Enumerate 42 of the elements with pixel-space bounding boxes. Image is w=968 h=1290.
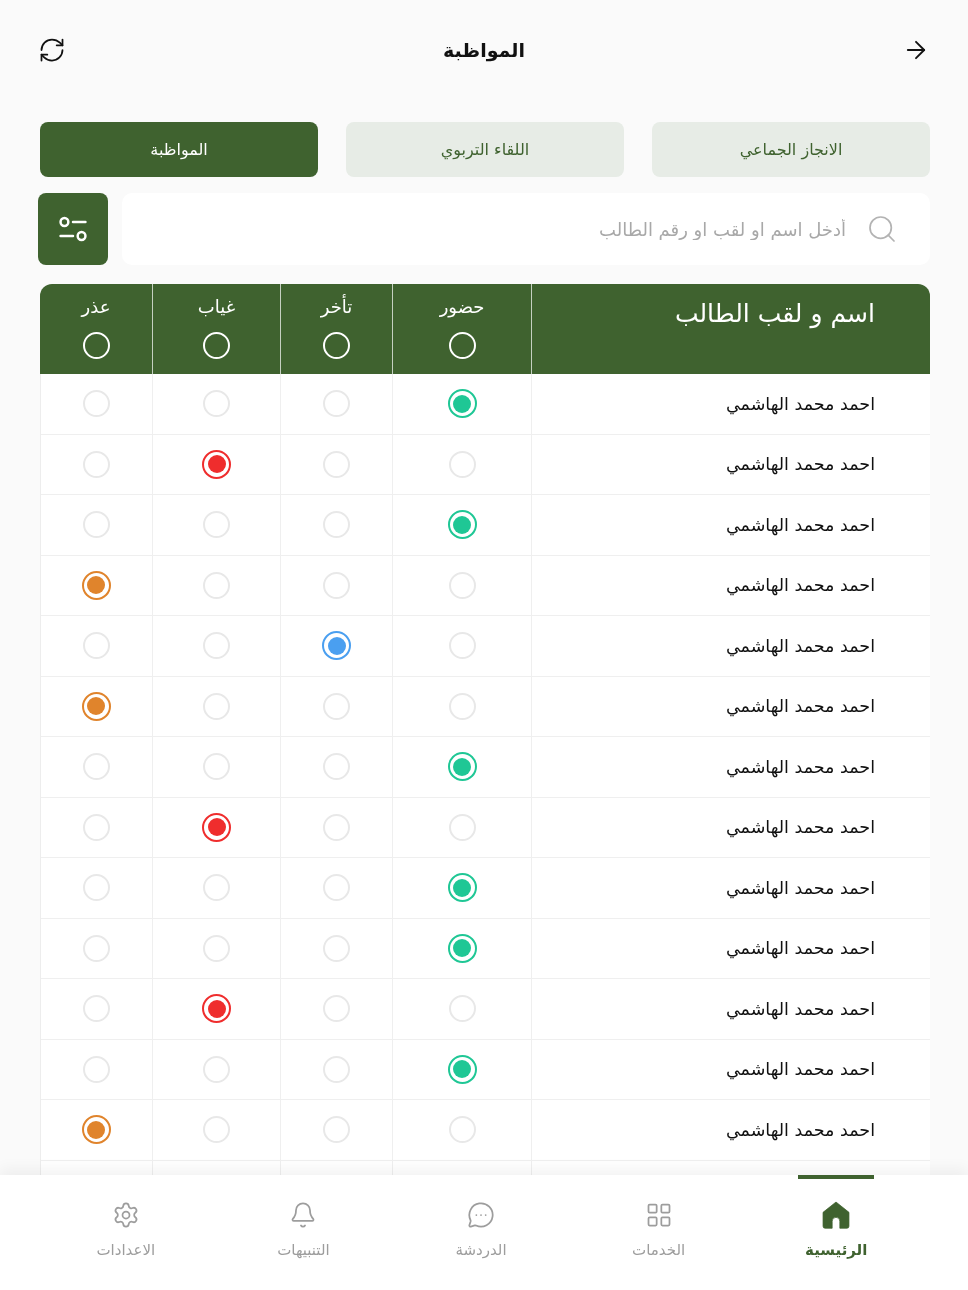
search-icon: [866, 213, 898, 245]
column-header: عذر: [81, 295, 111, 319]
column-header: تأخر: [320, 293, 353, 320]
radio-button[interactable]: [447, 933, 477, 963]
refresh-icon[interactable]: [38, 36, 66, 64]
student-name: احمد محمد الهاشمي: [725, 816, 875, 840]
radio-button[interactable]: [322, 631, 351, 661]
student-name: احمد محمد الهاشمي: [725, 392, 875, 417]
student-name: احمد محمد الهاشمي: [725, 1058, 875, 1082]
student-name: احمد محمد الهاشمي: [725, 937, 875, 961]
radio-button[interactable]: [447, 752, 477, 782]
radio-button[interactable]: [447, 389, 477, 419]
nav-tab[interactable]: الرئيسية: [747, 1175, 925, 1275]
tab[interactable]: الانجاز الجماعي: [652, 122, 930, 177]
radio-button[interactable]: [202, 812, 231, 842]
radio-button[interactable]: [447, 510, 477, 540]
radio-button[interactable]: [202, 994, 231, 1024]
student-name: احمد محمد الهاشمي: [725, 453, 875, 477]
tab[interactable]: المواظبة: [40, 122, 318, 177]
tab[interactable]: اللقاء التربوي: [346, 122, 624, 177]
column-header: غياب: [197, 295, 236, 319]
radio-button[interactable]: [202, 449, 231, 479]
home-icon: [822, 1201, 851, 1229]
radio-button[interactable]: [81, 570, 111, 600]
student-name: احمد محمد الهاشمي: [725, 634, 875, 659]
column-header: حضور: [439, 295, 485, 320]
filter-button[interactable]: [38, 193, 108, 265]
radio-button[interactable]: [81, 691, 111, 721]
student-name: احمد محمد الهاشمي: [725, 513, 875, 538]
student-name: احمد محمد الهاشمي: [725, 997, 875, 1022]
student-name: احمد محمد الهاشمي: [725, 755, 875, 780]
column-header: اسم و لقب الطالب: [674, 299, 875, 328]
radio-button[interactable]: [447, 873, 477, 903]
chat-icon: [467, 1201, 495, 1229]
page-title: المواظبة: [443, 37, 525, 64]
student-name: احمد محمد الهاشمي: [725, 574, 875, 598]
student-name: احمد محمد الهاشمي: [725, 695, 875, 719]
student-name: احمد محمد الهاشمي: [725, 1118, 875, 1143]
radio-button[interactable]: [81, 1115, 111, 1145]
student-name: احمد محمد الهاشمي: [725, 876, 875, 901]
filter-icon: [59, 216, 87, 242]
radio-button[interactable]: [447, 1054, 477, 1084]
